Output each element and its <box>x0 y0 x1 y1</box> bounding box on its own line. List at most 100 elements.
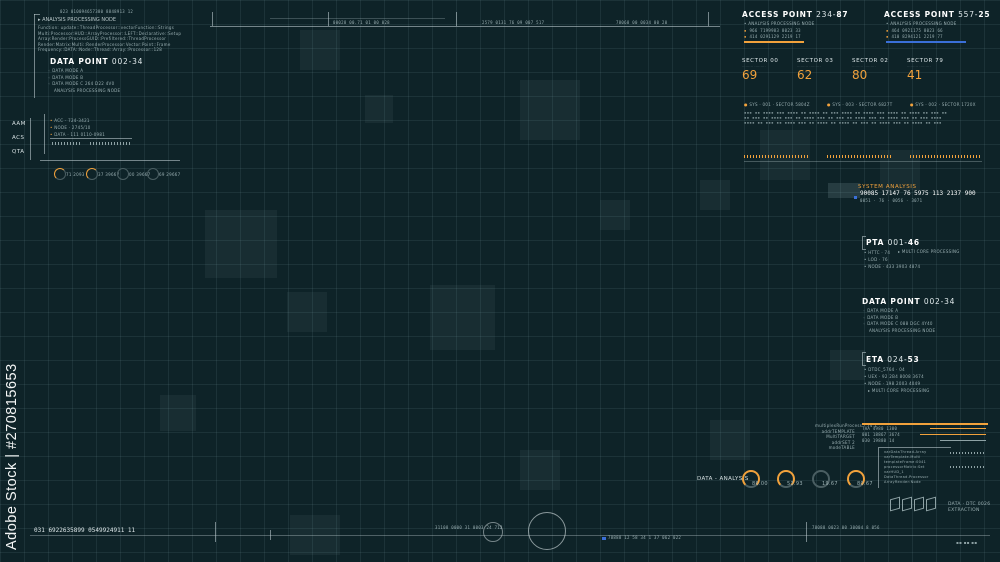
ruler-tick <box>212 12 213 26</box>
top-left-lines: Function: update::ThreadProcessor::vecto… <box>38 25 181 53</box>
access-point-1-sub: • ANALYSIS PROCESSING NODE <box>744 21 815 26</box>
analysis-row: 030 19880 14 <box>862 438 895 443</box>
side-divider <box>30 118 31 160</box>
analysis-line: multiplexRunProcess · 74.1 <box>815 423 877 428</box>
data-mode-item: DATA MODE B <box>52 74 84 80</box>
bg-block <box>430 285 495 350</box>
side-label-qta: QTA <box>12 149 25 155</box>
ruler-tick <box>215 522 216 542</box>
bg-block <box>160 395 196 431</box>
sys-matrix: ▪▪▪ ▪▪ ▪▪▪▪ ▪▪▪ ▪▪▪▪ ▪▪ ▪▪▪▪ ▪▪ ▪▪▪ ▪▪▪▪… <box>744 110 948 125</box>
analysis-list: varDataThread.Array varTemplate.Multi te… <box>884 450 929 485</box>
sys-label: ● SYS · 002 · SECTOR 1720X <box>910 102 976 107</box>
access-row: 966 7199983 8023 33 <box>749 28 801 33</box>
data-point-left-footer: ANALYSIS PROCESSING NODE <box>54 87 121 93</box>
eta-title: ETA 024-53 <box>866 355 920 364</box>
hatch-bar <box>950 466 986 468</box>
top-left-title-text: ANALYSIS PROCESSING NODE <box>42 17 117 23</box>
access-point-1-rows: ▪ 966 7199983 8023 33 ▪ 414 0291129 2219… <box>744 28 801 39</box>
access-point-2-sub: • ANALYSIS PROCESSING NODE <box>886 21 957 26</box>
eta-value2: 53 <box>907 355 920 364</box>
data-point-right-value: 002-34 <box>923 297 956 306</box>
bg-block <box>710 420 750 460</box>
top-ruler-mid-code: 2579 0131 76 09 007 517 <box>482 20 545 25</box>
gauge-value: 19.67 <box>822 481 838 487</box>
top-ruler-line <box>270 18 445 19</box>
data-analysis-label: DATA - ANALYSIS <box>697 476 749 482</box>
system-analysis-sub: 0051 · 76 · 0056 · 3071 <box>860 198 923 203</box>
ruler-tick <box>270 530 271 540</box>
divider <box>40 160 180 161</box>
accent-bar <box>920 434 986 435</box>
side-label-acs: ACS <box>12 135 25 141</box>
pta-item: LOD · 76 <box>868 257 888 262</box>
access-point-label: ACCESS POINT <box>742 10 813 19</box>
sector-3: SECTOR 79 ········· ········· 41 <box>907 58 943 82</box>
analysis-list-item: ArrayRender:Node <box>884 480 921 484</box>
access-bar <box>886 41 966 43</box>
access-point-sub: ANALYSIS PROCESSING NODE <box>890 21 957 26</box>
data-point-right-footer: ANALYSIS PROCESSING NODE <box>869 327 936 333</box>
target-circle-icon <box>483 522 503 542</box>
sector-value: 80 <box>852 68 868 82</box>
panel-border <box>34 14 40 15</box>
bg-block <box>205 210 277 278</box>
data-mode-item: DATA MODE A <box>52 68 84 73</box>
analysis-line: modeTABLE <box>828 445 855 450</box>
data-point-left-title: DATA POINT 002-34 <box>50 57 143 66</box>
eta-note-text: MULTI CORE PROCESSING <box>871 388 930 393</box>
extraction-label: DATA · DTC 0026 EXTRACTION <box>948 502 990 514</box>
access-point-2-rows: ▪ 464 0921175 8023 66 ▪ 410 8294121 2219… <box>886 28 943 39</box>
bg-block <box>600 200 630 230</box>
bg-block <box>700 180 730 210</box>
sys-label-text: SYS · 002 · SECTOR 1720X <box>915 102 976 107</box>
accent-bar <box>930 428 986 429</box>
sector-value: 62 <box>797 68 813 82</box>
pta-item: NODE · 433 3903 4874 <box>868 264 921 269</box>
pta-label: PTA <box>866 238 885 247</box>
sector-num: 03 <box>825 58 834 64</box>
access-point-2-title: ACCESS POINT 557-25 <box>884 10 990 19</box>
data-mode-item: DATA MODE C 264 D22 4V0 <box>52 81 115 86</box>
access-point-1-title: ACCESS POINT 234-87 <box>742 10 848 19</box>
hatch-bar <box>827 155 893 158</box>
code-line: Array:Render:ProcessGUID::Prefiltered::T… <box>38 36 167 41</box>
gauge-label: 71 2093 <box>66 172 85 177</box>
access-point-num: 557- <box>958 10 979 19</box>
data-mode-item: DATA MODE A <box>867 308 899 313</box>
data-mode-item: DATA MODE B <box>867 314 899 320</box>
sector-0: SECTOR 00 ········· ········· 69 <box>742 58 778 82</box>
bottom-ruler-right: 78088 0023 00 30004 8 056 <box>812 525 880 530</box>
data-point-right-items: ◦ DATA MODE A ◦ DATA MODE B ◦ DATA MODE … <box>863 308 936 333</box>
sector-value: 69 <box>742 68 758 82</box>
data-point-right-label: DATA POINT <box>862 297 921 306</box>
panel-border <box>34 14 35 98</box>
accent-bar <box>940 440 986 441</box>
analysis-rows: TAA 4980 1300 001 18867 3674 030 19880 1… <box>862 426 900 444</box>
bg-block <box>520 80 580 140</box>
sys-label-text: SYS · 003 · SECTOR 6827T <box>832 102 893 107</box>
side-values: • ACC · 724-3421 • NODE · 2745/10 • DATA… <box>50 118 106 137</box>
bg-block <box>830 350 865 380</box>
access-point-label: ACCESS POINT <box>884 10 955 19</box>
access-point-sub: ANALYSIS PROCESSING NODE <box>748 21 815 26</box>
watermark-text: Adobe Stock | #270815653 <box>4 363 20 550</box>
bottom-ruler-mid2: 78888 12 58 34 1 37 062 022 <box>608 535 682 540</box>
code-line: Function: update::ThreadProcessor::vecto… <box>38 25 175 30</box>
gauge-value: 86.00 <box>752 481 768 487</box>
data-point-left-value: 002-34 <box>111 57 144 66</box>
data-mode-item: DATA MODE C 088 DGC 4Y40 <box>867 321 933 326</box>
gauge-ring-icon <box>54 168 66 180</box>
sector-2: SECTOR 02 ········· ········· 80 <box>852 58 888 82</box>
analysis-lines: multiplexRunProcess · 74.1 addrTEMPLATE … <box>815 423 877 451</box>
pta-note-text: MULTI CORE PROCESSING <box>901 249 960 254</box>
access-point-num2: 87 <box>836 10 849 19</box>
ruler-tick <box>456 12 457 26</box>
pta-item: HTTC · 74 <box>868 250 891 255</box>
gauge-ring-icon <box>147 168 159 180</box>
data-point-right-title: DATA POINT 002-34 <box>862 297 955 306</box>
access-point-num: 234- <box>816 10 837 19</box>
sys-label: ● SYS · 001 · SECTOR 5804Z <box>744 102 810 107</box>
hatch-bar <box>950 452 986 454</box>
gauge-ring-icon <box>117 168 129 180</box>
